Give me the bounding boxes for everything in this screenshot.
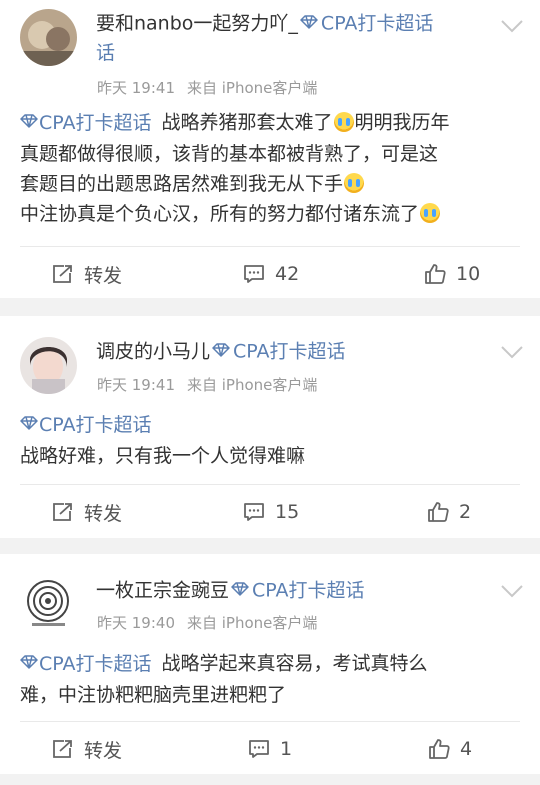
like-button[interactable]: 10 xyxy=(424,246,480,302)
avatar[interactable] xyxy=(20,9,77,66)
comment-count: 1 xyxy=(280,738,293,760)
post-time: 昨天 19:41 xyxy=(97,376,175,394)
repost-icon xyxy=(53,503,72,521)
post-body: CPA打卡超话 战略学起来真容易，考试真特么 难，中注协粑粑脑壳里进粑粑了 xyxy=(20,648,522,710)
action-bar: 转发 15 2 xyxy=(0,484,540,540)
body-line: CPA打卡超话 战略学起来真容易，考试真特么 xyxy=(20,648,522,680)
diamond-icon xyxy=(300,8,318,38)
super-topic-link[interactable]: CPA打卡超话 xyxy=(39,653,152,675)
post-meta: 昨天 19:41 来自 iPhone客户端 xyxy=(97,77,317,98)
username[interactable]: 一枚正宗金豌豆 CPA打卡超话 xyxy=(96,575,365,607)
body-line: 难，中注协粑粑脑壳里进粑粑了 xyxy=(20,684,287,706)
like-icon xyxy=(428,502,449,522)
post-source: 来自 iPhone客户端 xyxy=(187,79,318,97)
username-wrap: 话 xyxy=(96,42,116,64)
post-time: 昨天 19:40 xyxy=(97,614,175,632)
super-topic-link[interactable]: CPA打卡超话 xyxy=(252,580,365,602)
chevron-down-icon[interactable] xyxy=(500,18,524,34)
super-topic-link[interactable]: CPA打卡超话 xyxy=(321,13,434,35)
diamond-icon xyxy=(20,107,38,137)
comment-count: 42 xyxy=(275,263,300,285)
post-body: CPA打卡超话 战略养猪那套太难了 明明我历年 真题都做得很顺，该背的基本都被背熟了… xyxy=(20,107,522,229)
comment-button[interactable]: 42 xyxy=(243,246,299,302)
post-time: 昨天 19:41 xyxy=(97,79,175,97)
body-line: 中注协真是个负心汉，所有的努力都付诸东流了 xyxy=(20,199,522,229)
avatar[interactable] xyxy=(20,337,77,394)
body-line: CPA打卡超话 xyxy=(20,409,522,441)
super-topic-link[interactable]: CPA打卡超话 xyxy=(39,112,152,134)
like-icon xyxy=(425,264,446,284)
action-bar: 转发 1 4 xyxy=(0,721,540,777)
diamond-icon xyxy=(231,575,249,605)
like-button[interactable]: 2 xyxy=(427,484,471,540)
post-card: 调皮的小马儿 CPA打卡超话 昨天 19:41 来自 iPhone客户端 CPA打卡… xyxy=(0,316,540,538)
diamond-icon xyxy=(20,648,38,678)
avatar[interactable] xyxy=(20,575,77,632)
post-source: 来自 iPhone客户端 xyxy=(187,614,318,632)
comment-count: 15 xyxy=(275,501,300,523)
action-bar: 转发 42 10 xyxy=(0,246,540,302)
body-line: 战略好难，只有我一个人觉得难嘛 xyxy=(20,445,306,467)
like-count: 4 xyxy=(460,738,473,760)
post-body: CPA打卡超话 战略好难，只有我一个人觉得难嘛 xyxy=(20,409,522,471)
like-count: 2 xyxy=(459,501,472,523)
repost-button[interactable]: 转发 xyxy=(52,484,122,540)
comment-button[interactable]: 1 xyxy=(248,721,292,777)
diamond-icon xyxy=(20,409,38,439)
comment-button[interactable]: 15 xyxy=(243,484,299,540)
crying-emoji-icon xyxy=(333,111,354,132)
body-line: 套题目的出题思路居然难到我无从下手 xyxy=(20,169,522,199)
post-source: 来自 iPhone客户端 xyxy=(187,376,318,394)
super-topic-link[interactable]: CPA打卡超话 xyxy=(233,341,346,363)
username[interactable]: 要和nanbo一起努力吖_ CPA打卡超话 xyxy=(96,8,433,40)
body-line: CPA打卡超话 战略养猪那套太难了 明明我历年 xyxy=(20,107,522,139)
username[interactable]: 调皮的小马儿 CPA打卡超话 xyxy=(96,336,346,368)
crying-emoji-icon xyxy=(344,173,365,193)
post-card: 一枚正宗金豌豆 CPA打卡超话 昨天 19:40 来自 iPhone客户端 CPA打… xyxy=(0,554,540,774)
crying-emoji-icon xyxy=(420,203,441,223)
body-line: 真题都做得很顺，该背的基本都被背熟了，可是这 xyxy=(20,143,439,165)
repost-icon xyxy=(53,265,72,283)
like-button[interactable]: 4 xyxy=(428,721,472,777)
repost-icon xyxy=(53,740,72,758)
repost-button[interactable]: 转发 xyxy=(52,721,122,777)
post-meta: 昨天 19:40 来自 iPhone客户端 xyxy=(97,612,317,633)
comment-icon xyxy=(244,265,264,283)
chevron-down-icon[interactable] xyxy=(500,344,524,360)
comment-icon xyxy=(249,740,269,758)
like-count: 10 xyxy=(456,263,481,285)
repost-button[interactable]: 转发 xyxy=(52,246,122,302)
post-card: 要和nanbo一起努力吖_ CPA打卡超话 话 昨天 19:41 来自 iPhone… xyxy=(0,0,540,298)
post-meta: 昨天 19:41 来自 iPhone客户端 xyxy=(97,374,317,395)
diamond-icon xyxy=(212,336,230,366)
super-topic-link[interactable]: CPA打卡超话 xyxy=(39,414,152,436)
chevron-down-icon[interactable] xyxy=(500,583,524,599)
comment-icon xyxy=(244,503,264,521)
like-icon xyxy=(429,739,450,759)
